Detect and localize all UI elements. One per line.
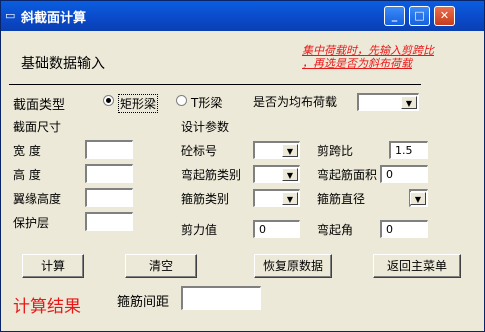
result-title: 计算结果	[13, 297, 81, 317]
height-input[interactable]	[85, 164, 133, 183]
note-line-2: ，再选是否为斜布荷载	[302, 57, 412, 70]
window-title: 斜截面计算	[21, 11, 87, 26]
section-title: 基础数据输入	[21, 56, 105, 72]
chevron-down-icon[interactable]: ▼	[410, 192, 426, 205]
flange-height-input[interactable]	[85, 188, 133, 207]
back-to-menu-button[interactable]: 返回主菜单	[373, 254, 461, 278]
cover-label: 保护层	[13, 216, 50, 230]
calc-button[interactable]: 计算	[22, 254, 84, 278]
divider	[9, 84, 421, 85]
restore-button[interactable]: 恢复原数据	[254, 254, 332, 278]
shear-span-label: 剪跨比	[317, 144, 354, 158]
width-input[interactable]	[85, 140, 133, 159]
concrete-label: 砼标号	[181, 144, 218, 158]
radio-selected-dot	[106, 98, 111, 103]
stirrup-spacing-output[interactable]	[181, 286, 261, 310]
stirrup-type-label: 箍筋类别	[181, 192, 230, 206]
chevron-down-icon[interactable]: ▼	[282, 192, 298, 205]
uniform-load-select[interactable]: ▼	[357, 93, 419, 111]
height-label: 高 度	[13, 168, 41, 182]
chevron-down-icon[interactable]: ▼	[401, 96, 417, 109]
shear-input[interactable]: 0	[253, 220, 300, 238]
section-type-label: 截面类型	[13, 98, 66, 113]
app-icon: ▭	[5, 9, 16, 22]
width-label: 宽 度	[13, 144, 41, 158]
title-bar[interactable]: ▭ 斜截面计算 _ □ ✕	[1, 1, 484, 31]
calc-window: ▭ 斜截面计算 _ □ ✕ 基础数据输入 集中荷载时，先输入剪跨比 ，再选是否为…	[0, 0, 485, 332]
bent-area-label: 弯起筋面积	[317, 168, 378, 182]
bent-angle-input[interactable]: 0	[380, 220, 428, 238]
shear-span-input[interactable]: 1.5	[389, 141, 428, 159]
bent-bar-type-select[interactable]: ▼	[253, 165, 300, 183]
bent-bar-type-label: 弯起筋类别	[181, 168, 242, 182]
chevron-down-icon[interactable]: ▼	[282, 168, 298, 181]
close-button[interactable]: ✕	[434, 6, 455, 26]
radio-t-beam[interactable]	[176, 95, 187, 106]
radio-rect-beam[interactable]	[103, 95, 114, 106]
clear-button[interactable]: 清空	[125, 254, 197, 278]
uniform-load-label: 是否为均布荷载	[253, 95, 338, 109]
shear-label: 剪力值	[181, 223, 218, 237]
radio-rect-label[interactable]: 矩形梁	[118, 94, 159, 113]
concrete-select[interactable]: ▼	[253, 141, 300, 159]
stirrup-dia-select[interactable]: ▼	[409, 189, 428, 207]
minimize-button[interactable]: _	[384, 6, 405, 26]
cover-input[interactable]	[85, 212, 133, 231]
stirrup-dia-label: 箍筋直径	[317, 192, 366, 206]
stirrup-type-select[interactable]: ▼	[253, 189, 300, 207]
flange-height-label: 翼缘高度	[13, 192, 62, 206]
design-params-label: 设计参数	[181, 120, 230, 134]
note-line-1: 集中荷载时，先输入剪跨比	[302, 44, 434, 57]
bent-area-input[interactable]: 0	[380, 165, 428, 183]
bent-angle-label: 弯起角	[317, 223, 354, 237]
size-label: 截面尺寸	[13, 120, 62, 134]
maximize-button[interactable]: □	[409, 6, 430, 26]
stirrup-spacing-label: 箍筋间距	[117, 295, 170, 310]
radio-t-label[interactable]: T形梁	[191, 94, 222, 111]
chevron-down-icon[interactable]: ▼	[282, 144, 298, 157]
